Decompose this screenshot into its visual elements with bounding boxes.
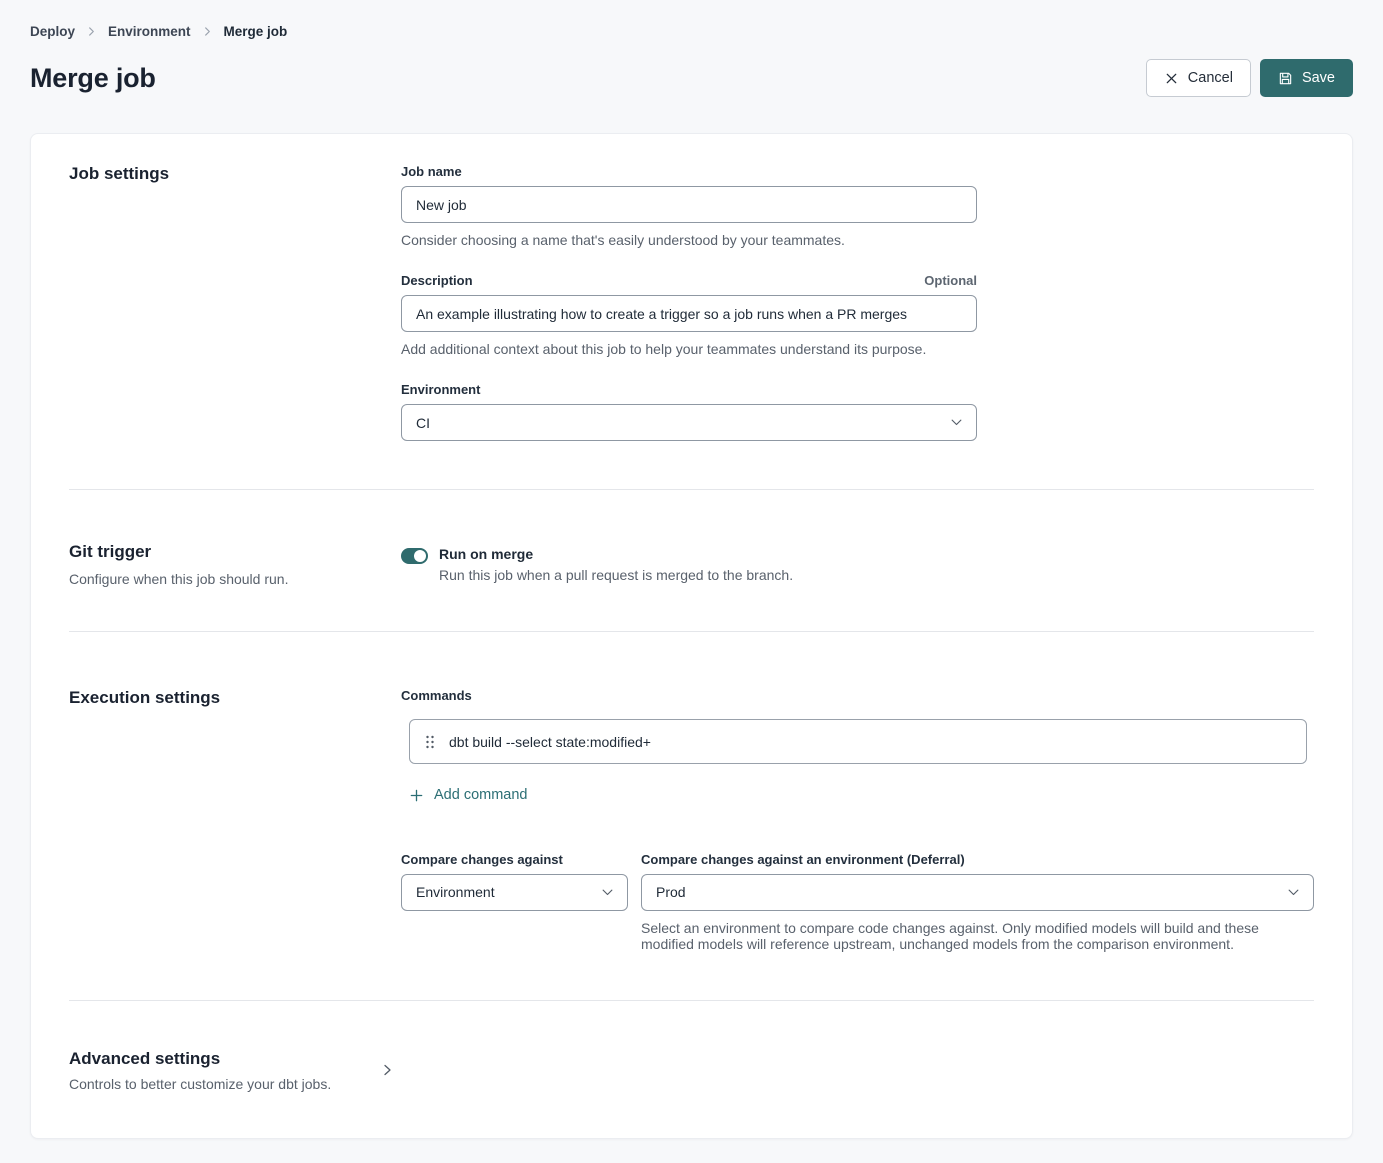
job-name-field: Job name Consider choosing a name that's… <box>401 164 977 248</box>
deferral-select-value: Prod <box>656 884 686 900</box>
save-icon <box>1278 71 1293 86</box>
breadcrumb-merge-job: Merge job <box>224 24 288 39</box>
git-trigger-heading: Git trigger <box>69 542 401 562</box>
run-on-merge-label: Run on merge <box>439 546 793 562</box>
section-git-trigger: Git trigger Configure when this job shou… <box>31 490 1352 631</box>
commands-label: Commands <box>401 688 1314 703</box>
header-actions: Cancel Save <box>1146 59 1353 97</box>
run-on-merge-toggle[interactable] <box>401 548 428 564</box>
environment-label: Environment <box>401 382 480 397</box>
job-name-helper: Consider choosing a name that's easily u… <box>401 232 977 248</box>
chevron-right-icon <box>203 27 212 36</box>
add-command-label: Add command <box>434 787 528 803</box>
deferral-helper: Select an environment to compare code ch… <box>641 920 1314 952</box>
git-trigger-subtext: Configure when this job should run. <box>69 571 401 587</box>
compare-changes-label: Compare changes against <box>401 852 563 867</box>
job-name-label: Job name <box>401 164 462 179</box>
merge-job-page: Deploy Environment Merge job Merge job C… <box>0 0 1383 1163</box>
save-button-label: Save <box>1302 70 1335 86</box>
environment-select-value: CI <box>416 415 430 431</box>
deferral-label: Compare changes against an environment (… <box>641 852 965 867</box>
compare-changes-select-value: Environment <box>416 884 495 900</box>
chevron-down-icon <box>951 419 962 426</box>
breadcrumb-environment[interactable]: Environment <box>108 24 191 39</box>
description-label: Description <box>401 273 473 288</box>
deferral-select[interactable]: Prod <box>641 874 1314 911</box>
run-on-merge-row: Run on merge Run this job when a pull re… <box>401 542 1314 583</box>
job-name-input[interactable] <box>401 186 977 223</box>
advanced-settings-subtext: Controls to better customize your dbt jo… <box>69 1076 381 1092</box>
section-job-settings: Job settings Job name Consider choosing … <box>31 134 1352 489</box>
run-on-merge-description: Run this job when a pull request is merg… <box>439 567 793 583</box>
breadcrumb: Deploy Environment Merge job <box>30 24 1353 39</box>
toggle-knob <box>414 550 426 562</box>
close-icon <box>1164 71 1179 86</box>
execution-settings-heading: Execution settings <box>69 688 401 708</box>
job-settings-card: Job settings Job name Consider choosing … <box>30 133 1353 1139</box>
section-execution-settings: Execution settings Commands dbt build --… <box>31 632 1352 1000</box>
description-field: Description Optional Add additional cont… <box>401 273 977 357</box>
compare-changes-field: Compare changes against Environment <box>401 852 628 952</box>
chevron-right-icon <box>87 27 96 36</box>
plus-icon <box>409 788 424 803</box>
cancel-button-label: Cancel <box>1188 70 1233 86</box>
save-button[interactable]: Save <box>1260 59 1353 97</box>
breadcrumb-deploy[interactable]: Deploy <box>30 24 75 39</box>
compare-changes-select[interactable]: Environment <box>401 874 628 911</box>
cancel-button[interactable]: Cancel <box>1146 59 1251 97</box>
chevron-down-icon <box>602 889 613 896</box>
add-command-button[interactable]: Add command <box>409 787 528 803</box>
optional-badge: Optional <box>924 273 977 288</box>
deferral-field: Compare changes against an environment (… <box>641 852 1314 952</box>
section-advanced-settings[interactable]: Advanced settings Controls to better cus… <box>31 1001 1352 1138</box>
page-title: Merge job <box>30 63 156 94</box>
drag-handle-icon[interactable] <box>425 735 435 749</box>
command-row[interactable]: dbt build --select state:modified+ <box>409 719 1307 764</box>
advanced-settings-heading: Advanced settings <box>69 1049 381 1069</box>
compare-row: Compare changes against Environment Comp… <box>401 852 1314 952</box>
description-input[interactable] <box>401 295 977 332</box>
environment-select[interactable]: CI <box>401 404 977 441</box>
description-helper: Add additional context about this job to… <box>401 341 977 357</box>
page-header: Merge job Cancel Save <box>30 59 1353 97</box>
environment-field: Environment CI <box>401 382 977 441</box>
job-settings-heading: Job settings <box>69 164 401 184</box>
chevron-down-icon <box>1288 889 1299 896</box>
chevron-right-icon[interactable] <box>381 1064 393 1076</box>
command-text[interactable]: dbt build --select state:modified+ <box>449 734 651 750</box>
